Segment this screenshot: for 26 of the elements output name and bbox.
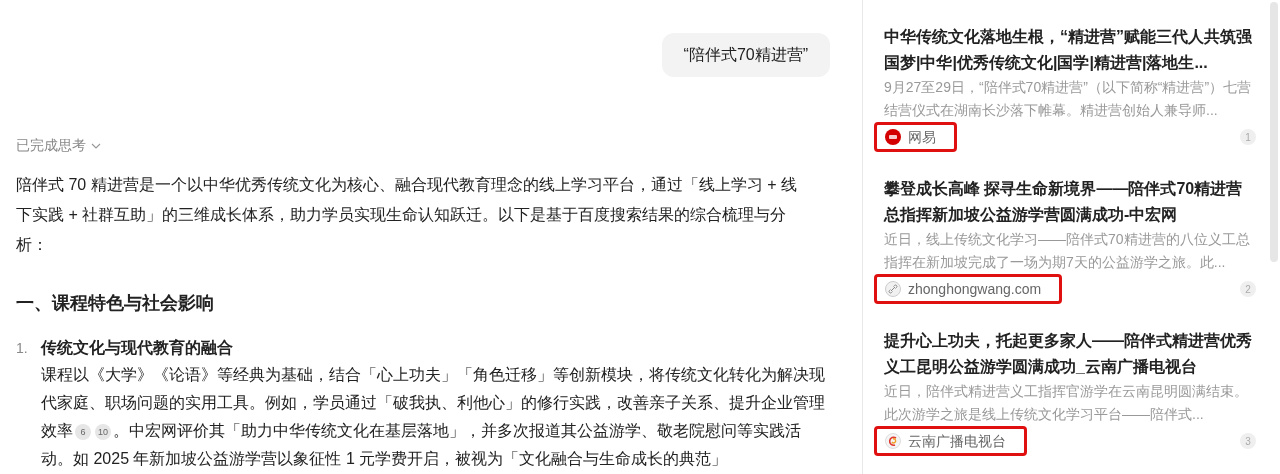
query-bubble: “陪伴式70精进营” (661, 33, 830, 77)
source-label[interactable]: 网易 (874, 122, 957, 152)
item-title: 传统文化与现代教育的融合 (41, 338, 234, 358)
source-name: 网易 (908, 127, 936, 147)
list-number: 1. (16, 339, 29, 358)
link-icon (885, 281, 901, 297)
reference-number: 1 (1240, 129, 1256, 145)
reference-number: 2 (1240, 281, 1256, 297)
source-name: 云南广播电视台 (908, 431, 1006, 451)
logo-icon (885, 129, 901, 145)
source-name: zhonghongwang.com (908, 279, 1042, 299)
scrollbar-thumb[interactable] (1270, 2, 1278, 262)
source-label[interactable]: 云南广播电视台 (874, 426, 1027, 456)
source-title[interactable]: 提升心上功夫，托起更多家人——陪伴式精进营优秀义工昆明公益游学圆满成功_云南广播电视台 (884, 328, 1252, 380)
item-paragraph: 课程以《大学》《论语》等经典为基础，结合「心上功夫」「角色迁移」等创新模块，将传统文化转化为解决现代家庭、职场问题的实用工具。例如，学员通过「破我执、利他心」的修行实践，改善亲子关系、提升企业管理效率 6 10 。中宏网评价其「助力中华传统文化在基层落地」，并多次报道其公益游学、敬老院慰问等实践活动。如 2025 年新加坡公益游学营以象征性 1 元学费开启，被视为「文化融合与生命成长的典范」 (41, 365, 825, 469)
thinking-toggle[interactable]: 已完成思考 (16, 135, 102, 156)
source-snippet: 近日，线上传统文化学习——陪伴式70精进营的八位义工总指挥在新加坡完成了一场为期7天的公益游学之旅。此... (884, 230, 1251, 272)
source-snippet: 9月27至29日，“陪伴式70精进营”（以下简称“精进营”）七营结营仪式在湖南长沙落下帷幕。精进营创始人兼导师... (884, 78, 1252, 120)
intro-paragraph: 陪伴式 70 精进营是一个以中华优秀传统文化为核心、融合现代教育理念的线上学习平台，通过「线上学习 + 线下实践 + 社群互助」的三维成长体系，助力学员实现生命认知跃迁。以下是基于百度搜索结果的综合梳理与分析： (16, 175, 798, 255)
source-label[interactable]: zhonghongwang.com (874, 274, 1063, 304)
source-title[interactable]: 中华传统文化落地生根，“精进营”赋能三代人共筑强国梦|中华|优秀传统文化|国学|精进营|落地生... (884, 24, 1252, 76)
reference-number: 3 (1240, 433, 1256, 449)
source-title[interactable]: 攀登成长高峰 探寻生命新境界——陪伴式70精进营总指挥新加坡公益游学营圆满成功-中宏网 (884, 176, 1252, 228)
source-snippet: 近日，陪伴式精进营义工指挥官游学在云南昆明圆满结束。此次游学之旅是线上传统文化学习平台——陪伴式... (884, 382, 1249, 424)
section-heading: 一、课程特色与社会影响 (16, 292, 215, 315)
swirl-logo-icon (885, 433, 901, 449)
